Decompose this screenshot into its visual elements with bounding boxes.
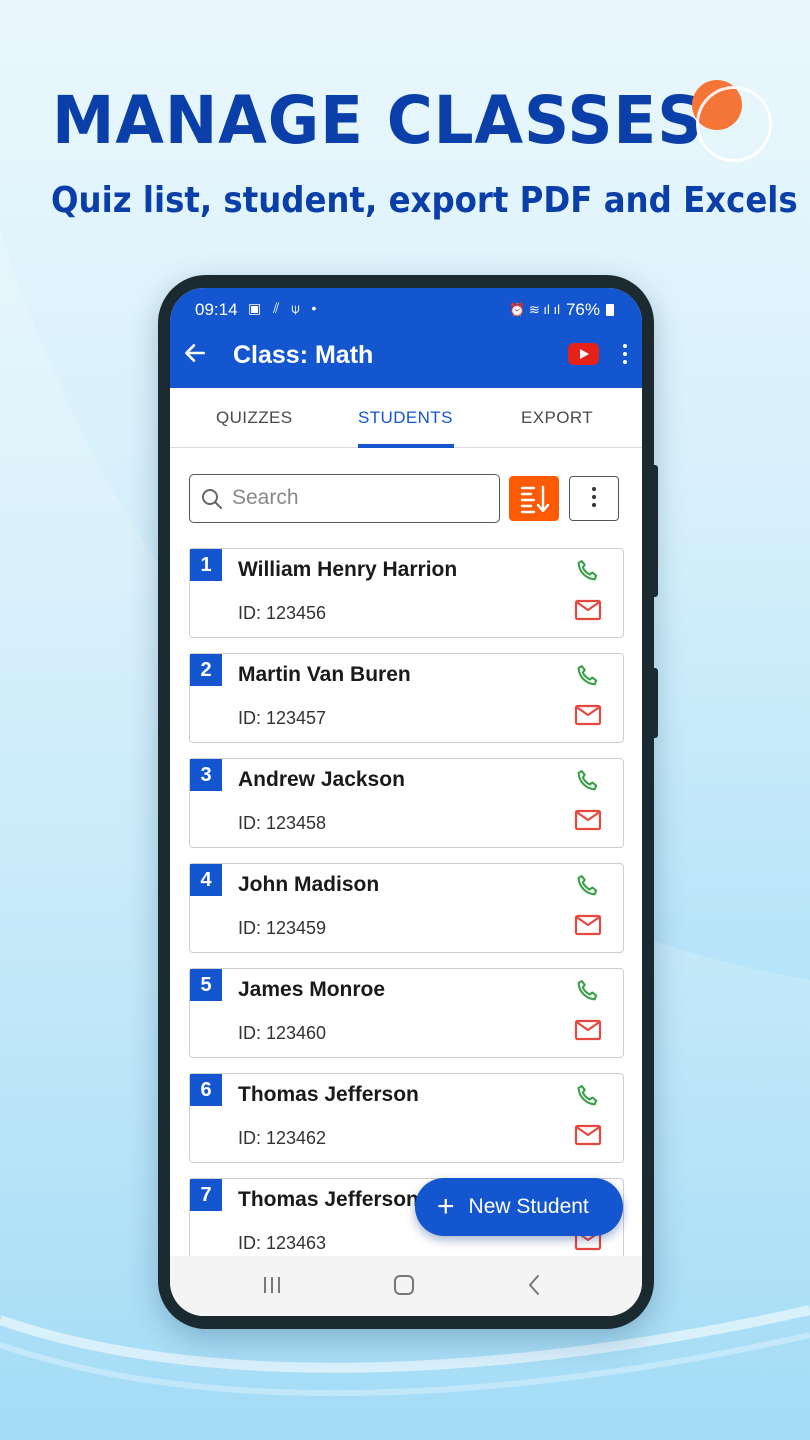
phone-screen: 09:14 ▣ ⫽ ⍦ • ⏰ ≋ ıl ıl 76% Class: Math … [170,288,642,1316]
phone-volume-button [652,465,658,597]
sort-button[interactable] [509,476,559,521]
search-box[interactable] [189,474,500,523]
home-icon[interactable] [394,1275,414,1295]
system-nav-bar [170,1256,642,1316]
student-id: ID: 123460 [238,1023,327,1043]
mail-icon[interactable] [574,1019,602,1041]
status-notification-icons: ▣ ⫽ ⍦ • [248,300,321,316]
student-index-badge: 5 [190,969,222,1001]
student-name: William Henry Harrion [238,558,458,581]
new-student-label: New Student [468,1195,589,1218]
tab-students[interactable]: STUDENTS [358,408,453,428]
student-card[interactable]: 5 James Monroe ID: 123460 [189,968,624,1058]
decorative-ring [696,86,772,162]
student-list: 1 William Henry Harrion ID: 123456 2 Mar… [189,548,624,1283]
student-name: Andrew Jackson [238,768,405,791]
student-card[interactable]: 2 Martin Van Buren ID: 123457 [189,653,624,743]
sort-icon [520,485,550,514]
student-name: Thomas Jefferson [238,1083,419,1106]
student-id: ID: 123463 [238,1233,327,1253]
phone-icon[interactable] [574,977,602,1005]
phone-icon[interactable] [574,557,602,585]
app-bar: 09:14 ▣ ⫽ ⍦ • ⏰ ≋ ıl ıl 76% Class: Math [170,288,642,388]
student-card[interactable]: 4 John Madison ID: 123459 [189,863,624,953]
tab-active-indicator [358,444,454,448]
student-index-badge: 7 [190,1179,222,1211]
student-id: ID: 123456 [238,603,327,623]
search-input[interactable] [232,483,492,513]
student-name: James Monroe [238,978,386,1001]
mail-icon[interactable] [574,704,602,726]
student-index-badge: 4 [190,864,222,896]
student-id: ID: 123457 [238,708,327,728]
recent-apps-icon[interactable] [262,1276,282,1294]
phone-icon[interactable] [574,872,602,900]
youtube-icon[interactable] [568,343,599,365]
status-time: 09:14 [195,300,238,319]
page-title: Class: Math [233,341,374,369]
student-id: ID: 123462 [238,1128,327,1148]
mail-icon[interactable] [574,914,602,936]
back-chevron-icon[interactable] [527,1274,541,1296]
mail-icon[interactable] [574,809,602,831]
tab-bar: QUIZZES STUDENTS EXPORT [170,388,642,448]
phone-icon[interactable] [574,662,602,690]
student-name: John Madison [238,873,380,896]
tab-export[interactable]: EXPORT [521,408,593,428]
student-card[interactable]: 6 Thomas Jefferson ID: 123462 [189,1073,624,1163]
tab-quizzes[interactable]: QUIZZES [216,408,292,428]
battery-level: 76% [565,300,600,319]
status-signal-icons: ⏰ ≋ ıl ıl [509,302,560,317]
student-index-badge: 1 [190,549,222,581]
more-options-button[interactable] [569,476,619,521]
student-card[interactable]: 1 William Henry Harrion ID: 123456 [189,548,624,638]
mail-icon[interactable] [574,599,602,621]
promo-title: MANAGE CLASSES [52,82,704,159]
student-index-badge: 2 [190,654,222,686]
student-id: ID: 123458 [238,813,327,833]
student-name: Martin Van Buren [238,663,411,686]
student-id: ID: 123459 [238,918,327,938]
new-student-button[interactable]: + New Student [415,1178,623,1236]
mail-icon[interactable] [574,1124,602,1146]
arrow-left-icon[interactable] [182,340,208,366]
search-icon [202,489,222,509]
student-index-badge: 6 [190,1074,222,1106]
kebab-menu-icon[interactable] [622,344,628,366]
phone-icon[interactable] [574,1082,602,1110]
plus-icon: + [437,1190,455,1223]
phone-icon[interactable] [574,767,602,795]
student-name: Thomas Jefferson [238,1188,419,1211]
battery-icon [606,304,614,316]
student-index-badge: 3 [190,759,222,791]
promo-subtitle: Quiz list, student, export PDF and Excel… [51,180,798,221]
status-right: ⏰ ≋ ıl ıl 76% [509,300,614,320]
phone-power-button [652,668,658,738]
student-card[interactable]: 3 Andrew Jackson ID: 123458 [189,758,624,848]
